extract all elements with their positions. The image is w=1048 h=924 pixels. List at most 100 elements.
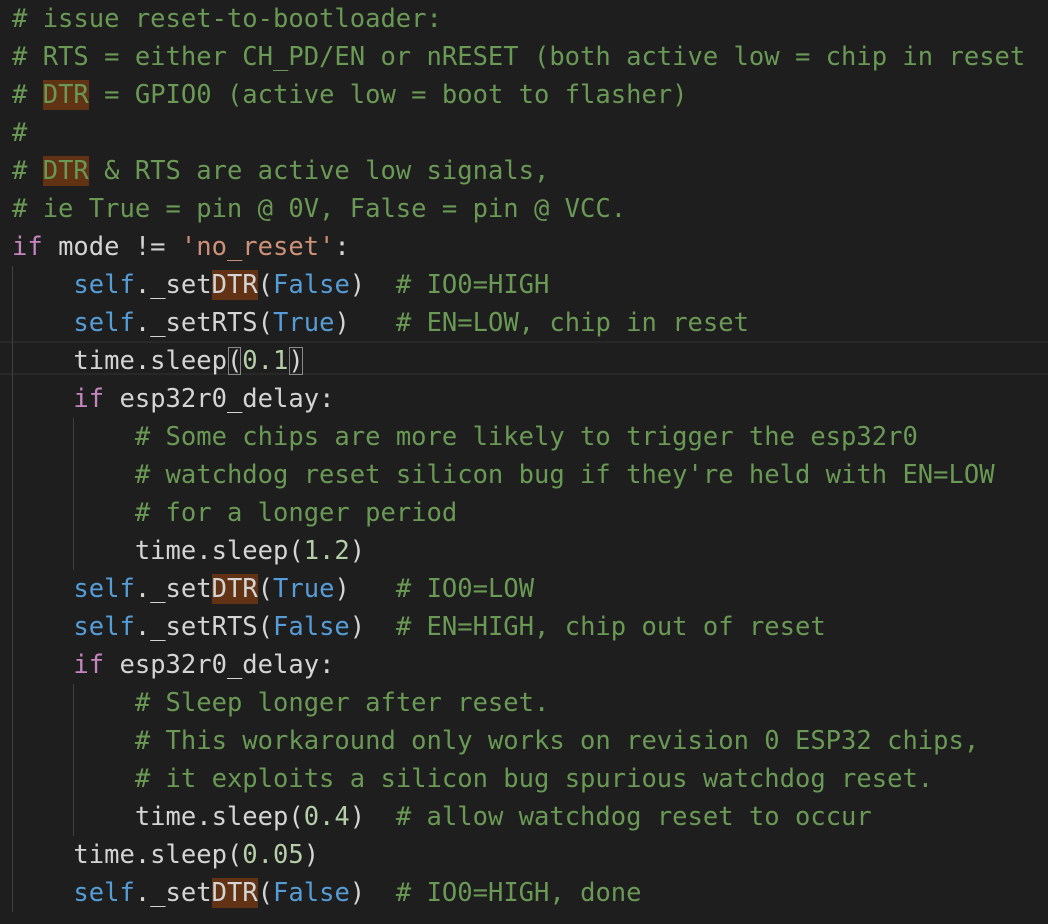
code-line-8[interactable]: self._setDTR(False) # IO0=HIGH — [12, 266, 549, 304]
code-token: # — [12, 80, 43, 110]
code-token: DTR — [211, 878, 258, 908]
code-token: self — [73, 270, 135, 300]
code-token: # IO0=HIGH — [395, 270, 550, 300]
code-line-23[interactable]: time.sleep(0.05) — [12, 836, 319, 874]
code-token: # it exploits a silicon bug spurious wat… — [134, 764, 934, 794]
code-token: ._set — [134, 878, 212, 908]
code-token: False — [273, 270, 350, 300]
code-token: 0.4 — [303, 802, 350, 832]
code-line-13[interactable]: # watchdog reset silicon bug if they're … — [12, 456, 995, 494]
code-line-9[interactable]: self._setRTS(True) # EN=LOW, chip in res… — [12, 304, 749, 342]
code-line-6[interactable]: # ie True = pin @ 0V, False = pin @ VCC. — [12, 190, 626, 228]
code-token: ) — [288, 346, 304, 376]
code-token: # watchdog reset silicon bug if they're … — [134, 460, 995, 490]
code-token: # issue reset-to-bootloader: — [12, 4, 442, 34]
code-token: DTR — [211, 270, 258, 300]
code-token: esp32r0_delay: — [104, 384, 335, 414]
code-token: False — [273, 878, 350, 908]
code-token: # EN=LOW, chip in reset — [395, 308, 749, 338]
code-token: self — [73, 574, 135, 604]
code-line-1[interactable]: # issue reset-to-bootloader: — [12, 0, 442, 38]
code-token: True — [273, 574, 335, 604]
code-token: ._set — [134, 574, 212, 604]
code-line-21[interactable]: # it exploits a silicon bug spurious wat… — [12, 760, 933, 798]
code-token: 'no_reset' — [180, 232, 335, 262]
code-line-17[interactable]: self._setRTS(False) # EN=HIGH, chip out … — [12, 608, 826, 646]
code-token: # This workaround only works on revision… — [134, 726, 980, 756]
code-token: # allow watchdog reset to occur — [395, 802, 872, 832]
code-token: if — [12, 232, 43, 262]
code-line-20[interactable]: # This workaround only works on revision… — [12, 722, 979, 760]
code-token: ) — [334, 308, 396, 338]
code-token: time.sleep( — [12, 840, 243, 870]
code-token: False — [273, 612, 350, 642]
code-line-12[interactable]: # Some chips are more likely to trigger … — [12, 418, 918, 456]
code-token: 0.05 — [242, 840, 304, 870]
code-line-16[interactable]: self._setDTR(True) # IO0=LOW — [12, 570, 534, 608]
code-line-24[interactable]: self._setDTR(False) # IO0=HIGH, done — [12, 874, 642, 912]
code-line-7[interactable]: if mode != 'no_reset': — [12, 228, 350, 266]
code-token: # — [12, 156, 43, 186]
code-token: # for a longer period — [134, 498, 458, 528]
code-token: time.sleep( — [12, 536, 304, 566]
code-token: DTR — [42, 80, 89, 110]
code-token: : — [334, 232, 350, 262]
code-token: ) — [349, 802, 396, 832]
code-token: ( — [226, 346, 243, 376]
code-token: ._setRTS( — [134, 308, 274, 338]
code-line-18[interactable]: if esp32r0_delay: — [12, 646, 334, 684]
code-token: # RTS = either CH_PD/EN or nRESET (both … — [12, 42, 1026, 72]
code-line-5[interactable]: # DTR & RTS are active low signals, — [12, 152, 549, 190]
code-token: # Sleep longer after reset. — [134, 688, 550, 718]
code-token: True — [273, 308, 335, 338]
code-token: ) — [349, 878, 396, 908]
code-line-11[interactable]: if esp32r0_delay: — [12, 380, 334, 418]
code-line-3[interactable]: # DTR = GPIO0 (active low = boot to flas… — [12, 76, 688, 114]
code-token: # EN=HIGH, chip out of reset — [395, 612, 826, 642]
code-token: & RTS are active low signals, — [88, 156, 550, 186]
code-token: ) — [349, 612, 396, 642]
code-token: ( — [257, 878, 274, 908]
code-token: 0.1 — [242, 346, 289, 376]
code-token: ( — [257, 270, 274, 300]
code-token: ( — [257, 574, 274, 604]
code-line-22[interactable]: time.sleep(0.4) # allow watchdog reset t… — [12, 798, 872, 836]
code-line-19[interactable]: # Sleep longer after reset. — [12, 684, 550, 722]
code-line-4[interactable]: # — [12, 114, 27, 152]
code-token: esp32r0_delay: — [104, 650, 335, 680]
code-token: DTR — [42, 156, 89, 186]
code-token: ) — [349, 270, 396, 300]
code-token: if — [73, 650, 105, 680]
code-token: if — [73, 384, 105, 414]
code-line-15[interactable]: time.sleep(1.2) — [12, 532, 365, 570]
code-line-2[interactable]: # RTS = either CH_PD/EN or nRESET (both … — [12, 38, 1025, 76]
code-token: self — [73, 612, 135, 642]
code-token: mode != — [42, 232, 181, 262]
code-token: # IO0=LOW — [395, 574, 535, 604]
code-line-14[interactable]: # for a longer period — [12, 494, 457, 532]
code-token: ) — [349, 536, 366, 566]
code-token: = GPIO0 (active low = boot to flasher) — [88, 80, 688, 110]
code-editor[interactable]: # issue reset-to-bootloader: # RTS = eith… — [0, 0, 1048, 924]
code-token: # IO0=HIGH, done — [395, 878, 642, 908]
code-token: ._set — [134, 270, 212, 300]
code-token: # ie True = pin @ 0V, False = pin @ VCC. — [12, 194, 627, 224]
code-token: ._setRTS( — [134, 612, 274, 642]
code-token: ) — [334, 574, 396, 604]
code-token: ) — [303, 840, 320, 870]
code-token: time.sleep — [12, 346, 227, 376]
code-line-10[interactable]: time.sleep(0.1) — [12, 342, 304, 380]
